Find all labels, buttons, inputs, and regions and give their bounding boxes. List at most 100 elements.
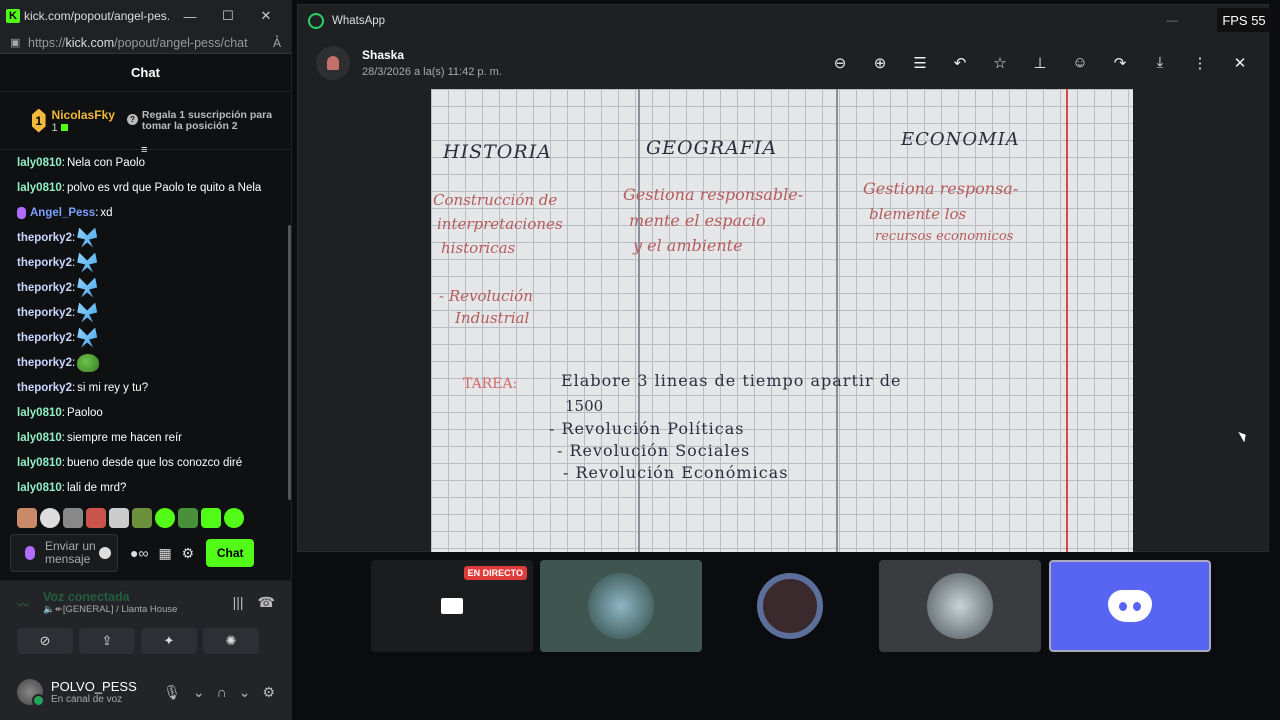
separator: :	[71, 306, 76, 319]
whatsapp-logo-icon	[308, 13, 324, 29]
pin-icon[interactable]: ⊥	[1030, 54, 1050, 72]
chat-message: Angel_Pess: xd	[0, 200, 288, 225]
note-line: Industrial	[455, 309, 530, 327]
gift-text: Regala 1 suscripción para tomar la posic…	[141, 108, 273, 132]
note-line: Construcción de	[433, 191, 558, 209]
chat-username[interactable]: laly0810	[17, 182, 62, 194]
emote[interactable]	[86, 508, 106, 528]
participant-tile[interactable]	[879, 560, 1041, 652]
emote[interactable]	[155, 508, 175, 528]
chevron-down-icon[interactable]: ⌄	[239, 684, 251, 701]
reply-icon[interactable]: ↶	[950, 54, 970, 72]
chat-scrollbar[interactable]	[288, 225, 291, 500]
chat-username[interactable]: theporky2	[17, 282, 72, 294]
whatsapp-titlebar: WhatsApp —	[298, 5, 1268, 37]
chat-username[interactable]: laly0810	[17, 432, 62, 444]
emote[interactable]	[63, 508, 83, 528]
close-button[interactable]: ✕	[247, 8, 285, 24]
emote[interactable]	[40, 508, 60, 528]
mic-icon[interactable]: 🎙	[163, 684, 181, 701]
pinned-username: NicolasFky	[51, 107, 115, 122]
avatar[interactable]	[17, 679, 45, 707]
emote[interactable]	[224, 508, 244, 528]
zoom-in-icon[interactable]: ⊕	[870, 54, 890, 72]
forward-icon[interactable]: ↷	[1110, 54, 1130, 72]
chat-username[interactable]: Angel_Pess	[30, 207, 95, 219]
chevron-down-icon[interactable]: ⌄	[193, 684, 205, 701]
gift-prompt[interactable]: ? Regala 1 suscripción para tomar la pos…	[126, 108, 277, 132]
headphones-icon[interactable]: ∩	[217, 684, 227, 700]
emoji-icon[interactable]	[99, 547, 111, 559]
pinned-leaderboard: 1 NicolasFky 1 ? Regala 1 suscripción pa…	[0, 92, 291, 150]
voice-connection: 〰 Voz conectada 🔈↞[GENERAL] / Llanta Hou…	[0, 580, 292, 624]
speaker-icon: 🔈	[43, 604, 55, 615]
store-icon[interactable]: ▦	[158, 545, 171, 562]
chat-username[interactable]: laly0810	[17, 407, 62, 419]
emote[interactable]	[17, 508, 37, 528]
username[interactable]: POLVO_PESS	[51, 679, 137, 694]
emote[interactable]	[132, 508, 152, 528]
note-line: - Revolución Políticas	[549, 419, 745, 438]
participant-tile[interactable]	[1049, 560, 1211, 652]
chat-username[interactable]: laly0810	[17, 157, 62, 169]
avatar[interactable]	[316, 46, 350, 80]
address-bar[interactable]: ▣ https://kick.com/popout/angel-pess/cha…	[0, 32, 291, 54]
emoji-icon[interactable]: ☺	[1070, 54, 1090, 72]
chat-username[interactable]: theporky2	[17, 382, 72, 394]
chat-message: theporky2:	[0, 325, 288, 350]
mic-badge-icon	[17, 206, 26, 219]
chat-username[interactable]: theporky2	[17, 357, 72, 369]
camera-off-icon[interactable]: ⊘	[17, 628, 73, 654]
chat-message: laly0810: polvo es vrd que Paolo te quit…	[0, 175, 288, 200]
notebook-photo[interactable]: HISTORIA GEOGRAFIA ECONOMIA Construcción…	[431, 89, 1133, 552]
participant-tile[interactable]	[709, 560, 871, 652]
send-chat-button[interactable]: Chat	[206, 539, 255, 567]
stream-thumbnail[interactable]: EN DIRECTO	[371, 560, 533, 652]
soundboard-icon[interactable]: ✺	[203, 628, 259, 654]
chat-message: theporky2:	[0, 225, 288, 250]
chat-username[interactable]: theporky2	[17, 257, 72, 269]
chat-message: laly0810: siempre me hacen reír	[0, 425, 288, 450]
chat-username[interactable]: laly0810	[17, 482, 62, 494]
emote-bar	[17, 508, 244, 528]
zoom-out-icon[interactable]: ⊖	[830, 54, 850, 72]
separator: :	[71, 281, 76, 294]
maximize-button[interactable]: ☐	[209, 8, 247, 24]
voice-channel[interactable]: 🔈↞[GENERAL] / Llanta House	[43, 604, 177, 615]
activities-icon[interactable]: ✦	[141, 628, 197, 654]
close-icon[interactable]: ✕	[1230, 54, 1250, 72]
gear-icon[interactable]: ⚙	[262, 684, 275, 701]
settings-icon[interactable]: ⚙	[182, 545, 195, 562]
voice-status[interactable]: Voz conectada	[43, 590, 177, 604]
emote[interactable]	[201, 508, 221, 528]
caption-icon[interactable]: ☰	[910, 54, 930, 72]
chat-text: lali de mrd?	[66, 481, 127, 494]
participant-tile[interactable]	[540, 560, 702, 652]
chat-username[interactable]: theporky2	[17, 307, 72, 319]
butterfly-emote-icon	[77, 277, 98, 298]
chat-message: theporky2: si mi rey y tu?	[0, 375, 288, 400]
pinned-user[interactable]: NicolasFky 1	[52, 108, 115, 134]
pinned-count: 1	[52, 122, 115, 134]
emote[interactable]	[109, 508, 129, 528]
community-icon[interactable]: ●∞	[130, 545, 148, 561]
download-icon[interactable]: ⤓	[1150, 54, 1170, 72]
chat-username[interactable]: theporky2	[17, 332, 72, 344]
more-icon[interactable]: ⋮	[1190, 54, 1210, 72]
emote[interactable]	[178, 508, 198, 528]
reader-mode-icon[interactable]: A͛	[273, 36, 281, 50]
disconnect-icon[interactable]: ☎	[258, 594, 275, 611]
chat-input[interactable]: Enviar un mensaje	[10, 534, 118, 572]
minimize-button[interactable]: —	[1167, 15, 1179, 27]
screen-share-icon[interactable]: ⇪	[79, 628, 135, 654]
chat-message: theporky2:	[0, 350, 288, 375]
minimize-button[interactable]: —	[171, 9, 209, 24]
chat-message: theporky2:	[0, 275, 288, 300]
separator: :	[71, 256, 76, 269]
chat-message: laly0810: Paoloo	[0, 400, 288, 425]
star-icon[interactable]: ☆	[990, 54, 1010, 72]
whatsapp-window: WhatsApp — Shaska 28/3/2026 a la(s) 11:4…	[297, 4, 1269, 552]
chat-username[interactable]: laly0810	[17, 457, 62, 469]
noise-suppression-icon[interactable]: |||	[233, 594, 244, 611]
chat-username[interactable]: theporky2	[17, 232, 72, 244]
